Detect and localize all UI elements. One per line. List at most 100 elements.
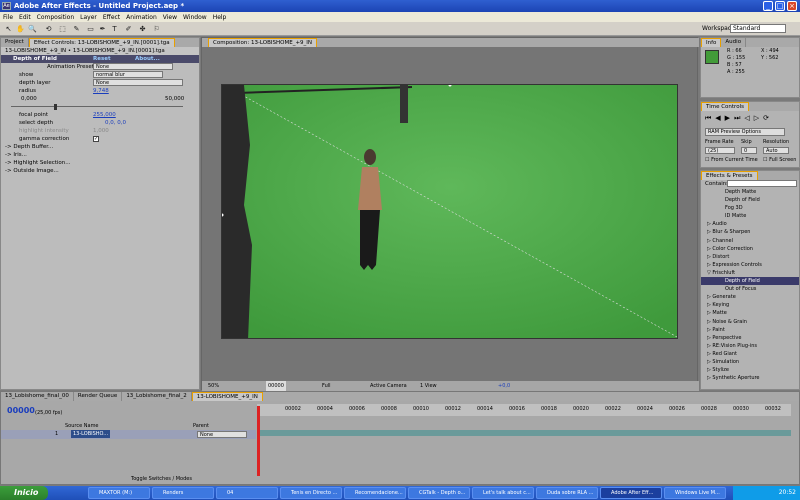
taskbar-task-button[interactable]: Duda sobre RLA ... — [536, 487, 598, 499]
group-highlight-selection[interactable]: -> Highlight Selection... — [1, 159, 199, 167]
gamma-correction-checkbox[interactable]: ✓ — [93, 136, 99, 142]
menu-animation[interactable]: Animation — [126, 14, 157, 21]
taskbar-task-button[interactable]: MAXTOR (M:) — [88, 487, 150, 499]
taskbar-task-button[interactable]: Let's talk about c... — [472, 487, 534, 499]
effects-list-item[interactable]: ▷ Noise & Grain — [701, 318, 799, 326]
layer-duration-bar[interactable] — [257, 430, 791, 436]
effects-list-item[interactable]: ▷ Matte — [701, 309, 799, 317]
taskbar-task-button[interactable]: CGTalk - Depth o... — [408, 487, 470, 499]
show-dropdown[interactable]: normal blur — [93, 71, 163, 78]
zoom-tool-icon[interactable]: 🔍 — [28, 24, 37, 34]
taskbar-task-button[interactable]: Tenis en Directo ... — [280, 487, 342, 499]
tab-effect-controls[interactable]: Effect Controls: 13-LOBISHOME_+9_IN.[000… — [28, 38, 175, 47]
menu-help[interactable]: Help — [213, 14, 227, 21]
about-link[interactable]: About... — [135, 55, 160, 63]
taskbar-task-button[interactable]: Adobe After Eff... — [600, 487, 662, 499]
tab-effects-presets[interactable]: Effects & Presets — [701, 171, 758, 180]
effects-list-item[interactable]: ▷ Color Correction — [701, 245, 799, 253]
toggle-switches-modes-button[interactable]: Toggle Switches / Modes — [131, 476, 192, 482]
group-iris[interactable]: -> Iris... — [1, 151, 199, 159]
ram-preview-options-dropdown[interactable]: RAM Preview Options — [705, 128, 785, 136]
menu-file[interactable]: File — [3, 14, 13, 21]
effects-list-item[interactable]: ▷ Stylize — [701, 366, 799, 374]
tab-project[interactable]: Project — [1, 38, 29, 47]
effects-list-item[interactable]: ▷ Keying — [701, 301, 799, 309]
exposure-value[interactable]: +0,0 — [498, 381, 510, 391]
taskbar-task-button[interactable]: Renders — [152, 487, 214, 499]
axis-mode-icon[interactable]: ⚐ — [152, 24, 161, 34]
timeline-ruler[interactable]: 00002 00004 00006 00008 00010 00012 00014 00016… — [257, 404, 791, 416]
effects-list-item[interactable]: ▷ Simulation — [701, 358, 799, 366]
full-screen-checkbox[interactable]: ☐ Full Screen — [763, 157, 796, 163]
tab-timeline-lobishome-final-2[interactable]: 13_Lobishome_final_2 — [122, 392, 192, 401]
current-time-display[interactable]: 00000 — [266, 381, 286, 391]
effects-list-item[interactable]: ▷ Red Giant — [701, 350, 799, 358]
effects-list-item[interactable]: ▷ Blur & Sharpen — [701, 228, 799, 236]
effects-list-item[interactable]: ▷ Audio — [701, 220, 799, 228]
effects-list-item[interactable]: ID Matte — [701, 212, 799, 220]
animation-presets-dropdown[interactable]: None — [93, 63, 173, 70]
group-depth-buffer[interactable]: -> Depth Buffer... — [1, 143, 199, 151]
menu-layer[interactable]: Layer — [80, 14, 97, 21]
menu-edit[interactable]: Edit — [19, 14, 31, 21]
radius-slider-handle[interactable] — [54, 104, 57, 110]
tab-info[interactable]: Info — [701, 38, 722, 47]
menu-effect[interactable]: Effect — [103, 14, 120, 21]
focal-point-value[interactable]: 255,000 — [93, 111, 116, 119]
timeline-timecode[interactable]: 00000 — [7, 406, 35, 415]
effect-header-depth-of-field[interactable]: Depth of Field Reset About... — [1, 55, 199, 63]
effects-list-item[interactable]: ▷ RE:Vision Plug-ins — [701, 342, 799, 350]
view-layout-dropdown[interactable]: 1 View — [420, 381, 437, 391]
rotation-tool-icon[interactable]: ⟲ — [44, 24, 53, 34]
layer-row[interactable]: 1 13-LOBISHO... None — [1, 430, 256, 439]
effects-list-item[interactable]: ▷ Synthetic Aperture — [701, 374, 799, 382]
effects-list-item[interactable]: Depth of Field — [701, 196, 799, 204]
select-depth-value[interactable]: 0,0, 0,0 — [105, 119, 126, 127]
current-time-indicator[interactable] — [257, 406, 260, 476]
effects-list-item[interactable]: ▷ Distort — [701, 253, 799, 261]
skip-dropdown[interactable]: 0 — [741, 147, 757, 154]
puppet-tool-icon[interactable]: ✤ — [138, 24, 147, 34]
tab-timeline-lobishome-final-00[interactable]: 13_Lobishome_final_00 — [1, 392, 74, 401]
effects-list-item[interactable]: Fog 3D — [701, 204, 799, 212]
tab-render-queue[interactable]: Render Queue — [74, 392, 123, 401]
hand-tool-icon[interactable]: ✋ — [16, 24, 25, 34]
depth-layer-dropdown[interactable]: None — [93, 79, 183, 86]
tab-timeline-lobishome-in[interactable]: 13-LOBISHOME_+9_IN — [191, 392, 263, 401]
tab-audio[interactable]: Audio — [721, 38, 747, 47]
composition-viewer[interactable] — [221, 84, 678, 339]
contains-search-input[interactable] — [727, 180, 797, 187]
effects-list-item[interactable]: ▷ Channel — [701, 237, 799, 245]
menu-window[interactable]: Window — [183, 14, 207, 21]
mask-tool-icon[interactable]: ▭ — [86, 24, 95, 34]
effects-list-item[interactable]: Depth of Field — [701, 277, 799, 286]
resolution-dropdown-time[interactable]: Auto — [763, 147, 789, 154]
reset-link[interactable]: Reset — [93, 55, 111, 63]
radius-value[interactable]: 9,748 — [93, 87, 109, 95]
camera-dropdown[interactable]: Active Camera — [370, 381, 407, 391]
text-tool-icon[interactable]: T — [110, 24, 119, 34]
playback-buttons[interactable]: ⏮◀▶⏭◁▷⟳ — [705, 114, 773, 123]
resolution-dropdown[interactable]: Full — [322, 381, 331, 391]
minimize-button[interactable]: _ — [763, 1, 773, 11]
magnification-dropdown[interactable]: 50% — [208, 381, 219, 391]
brush-tool-icon[interactable]: ✎ — [72, 24, 81, 34]
tab-composition[interactable]: Composition: 13-LOBISHOME_+9_IN — [208, 38, 318, 47]
taskbar-task-button[interactable]: Recomendacione... — [344, 487, 406, 499]
effects-list-item[interactable]: ▷ Paint — [701, 326, 799, 334]
frame-rate-dropdown[interactable]: (25) — [705, 147, 735, 154]
close-button[interactable]: × — [787, 1, 797, 11]
tab-time-controls[interactable]: Time Controls — [701, 102, 749, 111]
effects-list-item[interactable]: Depth Matte — [701, 188, 799, 196]
taskbar-task-button[interactable]: Windows Live M... — [664, 487, 726, 499]
start-button[interactable]: Inicio — [0, 486, 48, 500]
clone-stamp-tool-icon[interactable]: ✐ — [124, 24, 133, 34]
effects-list-item[interactable]: ▽ Frischluft — [701, 269, 799, 277]
effects-list-item[interactable]: ▷ Expression Controls — [701, 261, 799, 269]
pan-behind-tool-icon[interactable]: ⬚ — [58, 24, 67, 34]
selection-tool-icon[interactable]: ↖ — [4, 24, 13, 34]
maximize-button[interactable]: □ — [775, 1, 785, 11]
effects-list-item[interactable]: ▷ Generate — [701, 293, 799, 301]
pen-tool-icon[interactable]: ✒ — [98, 24, 107, 34]
parent-dropdown[interactable]: None — [197, 431, 247, 438]
